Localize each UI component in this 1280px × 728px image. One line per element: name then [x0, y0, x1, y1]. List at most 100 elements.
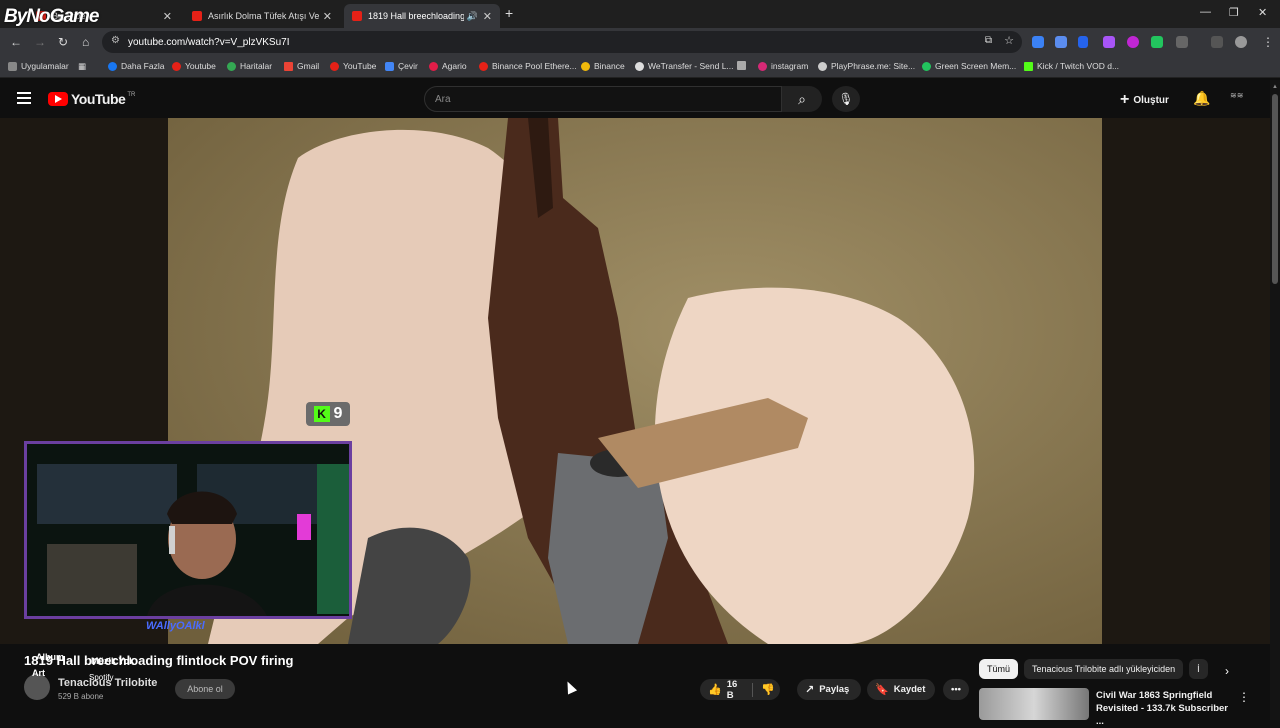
- account-avatar[interactable]: ≋≋: [1230, 91, 1250, 105]
- chip-all[interactable]: Tümü: [979, 659, 1019, 679]
- extension-pen-icon[interactable]: [1103, 36, 1115, 48]
- reload-icon[interactable]: ↻: [58, 35, 68, 49]
- bookmark-wetransfer[interactable]: WeTransfer - Send L...: [635, 61, 734, 71]
- translate-icon: [385, 61, 394, 71]
- bookmark-youtube[interactable]: Youtube: [172, 61, 216, 71]
- forward-icon[interactable]: →: [34, 35, 46, 49]
- extension-s-icon[interactable]: [1032, 36, 1044, 48]
- notifications-bell-icon[interactable]: 🔔: [1193, 90, 1210, 107]
- youtube-icon: [479, 61, 488, 71]
- extensions-puzzle-icon[interactable]: [1176, 36, 1188, 48]
- page-scrollbar[interactable]: ▲: [1270, 80, 1280, 720]
- media-control-icon[interactable]: [1211, 36, 1223, 48]
- like-count[interactable]: 16 B: [727, 679, 745, 701]
- scroll-up-icon[interactable]: ▲: [1272, 84, 1278, 90]
- bookmark-agario[interactable]: Agario: [429, 61, 467, 71]
- create-button[interactable]: + Oluştur: [1120, 91, 1169, 109]
- share-button[interactable]: ↗ Paylaş: [797, 679, 861, 700]
- recommendation-title[interactable]: Civil War 1863 Springfield Revisited - 1…: [1096, 689, 1231, 728]
- binance-icon: [581, 61, 590, 71]
- more-horizontal-icon: •••: [951, 684, 961, 695]
- search-input[interactable]: Ara: [424, 86, 782, 112]
- home-icon[interactable]: ⌂: [82, 35, 89, 49]
- extension-b-icon[interactable]: [1127, 36, 1139, 48]
- site-info-icon[interactable]: ⚙: [111, 35, 120, 46]
- chevron-right-icon[interactable]: ›: [1225, 664, 1229, 678]
- minimize-icon[interactable]: —: [1200, 6, 1211, 18]
- bookmark-kick-vod[interactable]: Kick / Twitch VOD d...: [1024, 61, 1119, 71]
- close-icon[interactable]: ✕: [163, 10, 172, 23]
- wetransfer-icon: [635, 61, 644, 71]
- bookmark-youtube-2[interactable]: YouTube: [330, 61, 376, 71]
- playphrase-icon: [818, 61, 827, 71]
- recommendation-thumbnail[interactable]: [979, 688, 1089, 720]
- scrollbar-thumb[interactable]: [1272, 94, 1278, 284]
- bookmark-haritalar[interactable]: Haritalar: [227, 61, 272, 71]
- address-bar-row: ← → ↻ ⌂ ⚙ youtube.com/watch?v=V_plzVKSu7…: [0, 28, 1280, 56]
- like-icon[interactable]: 👍: [708, 683, 722, 696]
- url-field[interactable]: ⚙ youtube.com/watch?v=V_plzVKSu7I ⧉ ☆: [102, 31, 1022, 53]
- save-button[interactable]: 🔖 Kaydet: [867, 679, 935, 700]
- youtube-icon: [330, 61, 339, 71]
- logo-country: TR: [127, 92, 136, 98]
- logo-text: YouTube: [71, 91, 126, 107]
- bookmark-gmail[interactable]: Gmail: [284, 61, 319, 71]
- browser-tab-bar: Bu Tribe ✕ Asırlık Dolma Tüfek Atışı Ve …: [0, 0, 1280, 28]
- art-label: Art: [32, 668, 45, 678]
- youtube-favicon-icon: [352, 11, 362, 21]
- bookmark-daha-fazla[interactable]: Daha Fazla: [108, 61, 164, 71]
- webcam-image: [27, 444, 349, 616]
- youtube-icon: [172, 61, 181, 71]
- bookmark-green-screen[interactable]: Green Screen Mem...: [922, 61, 1016, 71]
- grid-icon[interactable]: ▦: [78, 61, 86, 72]
- menu-hamburger-icon[interactable]: [17, 92, 31, 107]
- like-dislike-group: 👍 16 B 👎: [700, 679, 780, 701]
- install-app-icon[interactable]: ⧉: [985, 35, 992, 46]
- voice-search-button[interactable]: 🎙: [832, 86, 860, 112]
- dislike-icon[interactable]: 👎: [761, 683, 775, 696]
- extension-green-icon[interactable]: [1151, 36, 1163, 48]
- chip-from-uploader[interactable]: Tenacious Trilobite adlı yükleyiciden: [1024, 659, 1184, 679]
- profile-avatar[interactable]: [1235, 36, 1247, 48]
- kick-viewer-badge: K 9: [306, 402, 350, 426]
- stream-brand-logo: ByNoGame: [4, 6, 99, 27]
- streamer-webcam: [24, 441, 352, 619]
- gmail-icon: [284, 61, 293, 71]
- bookmark-star-icon[interactable]: ☆: [1004, 34, 1014, 47]
- close-icon[interactable]: ✕: [323, 10, 332, 23]
- bookmark-instagram[interactable]: instagram: [758, 61, 808, 71]
- bookmark-cevir[interactable]: Çevir: [385, 61, 418, 71]
- bookmark-playphrase[interactable]: PlayPhrase.me: Site...: [818, 61, 915, 71]
- bookmark-apps[interactable]: Uygulamalar: [8, 61, 69, 71]
- back-icon[interactable]: ←: [10, 35, 22, 49]
- bookmark-binance-pool[interactable]: Binance Pool Ethere...: [479, 61, 577, 71]
- bookmark-doc[interactable]: [737, 61, 750, 70]
- youtube-logo[interactable]: YouTube TR: [48, 91, 135, 107]
- more-vertical-icon[interactable]: ⋮: [1238, 690, 1250, 704]
- close-icon[interactable]: ✕: [483, 10, 492, 23]
- chip-related[interactable]: İ: [1189, 659, 1208, 679]
- translate-extension-icon[interactable]: [1055, 36, 1067, 48]
- recommendation-chips: Tümü Tenacious Trilobite adlı yükleyicid…: [979, 659, 1214, 681]
- new-tab-icon[interactable]: +: [505, 5, 513, 21]
- mouse-cursor-icon: [562, 679, 578, 695]
- browser-menu-icon[interactable]: ⋮: [1262, 35, 1274, 49]
- share-icon: ↗: [805, 684, 815, 696]
- document-icon: [737, 61, 746, 70]
- search-button[interactable]: ⌕: [782, 86, 822, 112]
- facebook-icon: [108, 61, 117, 71]
- album-label: Album: [36, 652, 64, 662]
- restore-icon[interactable]: ❐: [1229, 6, 1239, 19]
- video-title: 1819 Hall breechloading flintlock POV fi…: [24, 653, 294, 668]
- maps-icon: [227, 61, 236, 71]
- bookmark-binance[interactable]: Binance: [581, 61, 625, 71]
- kick-count: 9: [333, 405, 343, 422]
- subscribe-button[interactable]: Abone ol: [175, 679, 235, 699]
- speaker-icon[interactable]: 🔊: [467, 11, 478, 22]
- more-actions-button[interactable]: •••: [943, 679, 969, 700]
- extension-wave-icon[interactable]: [1078, 36, 1088, 48]
- tab-label: 1819 Hall breechloading fli: [368, 11, 464, 21]
- tab-asirlik[interactable]: Asırlık Dolma Tüfek Atışı Ve Pat ✕: [184, 4, 340, 28]
- window-close-icon[interactable]: ✕: [1258, 6, 1267, 19]
- tab-active-hall[interactable]: 1819 Hall breechloading fli 🔊 ✕: [344, 4, 500, 28]
